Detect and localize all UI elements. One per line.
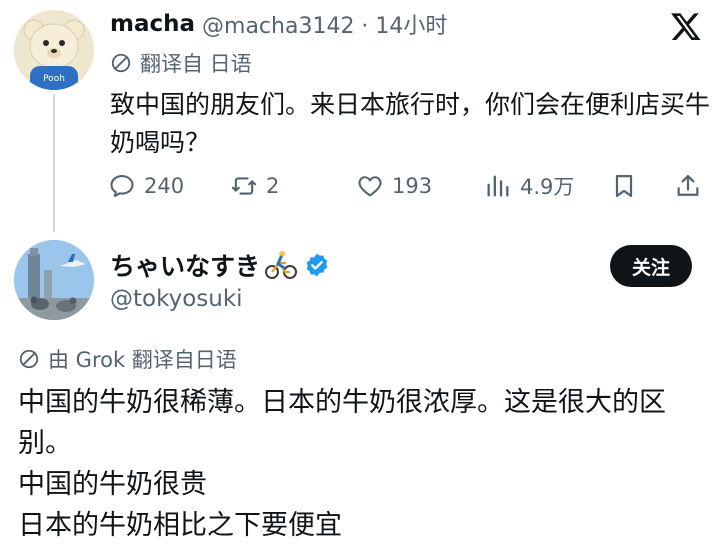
views-icon (487, 175, 509, 197)
grok-translation-label: 由 Grok 翻译自日语 (48, 348, 237, 372)
avatar-macha[interactable]: Pooh (14, 10, 94, 90)
verified-badge-icon (306, 253, 328, 277)
city-birds-avatar-image (14, 240, 94, 320)
retweet-button[interactable]: 2 (230, 166, 279, 206)
reply-button[interactable]: 240 (108, 166, 184, 206)
author-handle-and-time[interactable]: @macha3142 · 14小时 (202, 8, 447, 40)
tweet2-header: ちゃいなすき (110, 246, 330, 284)
bookmark-button[interactable] (610, 166, 646, 206)
tweet-original: Pooh macha @macha3142 · 14小时 翻译自 日语 致中国的… (0, 0, 720, 232)
reply-icon (110, 175, 134, 197)
grok-translation-note[interactable]: 由 Grok 翻译自日语 (18, 344, 237, 374)
author2-handle[interactable]: @tokyosuki (110, 286, 243, 312)
translation-note[interactable]: 翻译自 日语 (110, 48, 252, 78)
bookmark-icon (615, 174, 633, 198)
views-button[interactable]: 4.9万 (484, 166, 574, 206)
like-button[interactable]: 193 (356, 166, 432, 206)
like-icon (358, 176, 382, 197)
translation-note-label: 翻译自 日语 (140, 52, 252, 76)
reply-count: 240 (144, 174, 185, 198)
retweet-count: 2 (266, 174, 280, 198)
cyclist-emoji-icon (265, 251, 298, 279)
translate-icon (19, 349, 39, 369)
follow-button[interactable]: 关注 (610, 245, 692, 287)
tweet1-header: macha @macha3142 · 14小时 (110, 8, 447, 40)
share-button[interactable] (674, 166, 710, 206)
tweet2-text: 中国的牛奶很稀薄。日本的牛奶很浓厚。这是很大的区别。 中国的牛奶很贵 日本的牛奶… (18, 382, 708, 546)
teddy-bear-avatar-image: Pooh (14, 10, 94, 90)
tweet2-line: 中国的牛奶很稀薄。日本的牛奶很浓厚。这是很大的区别。 (18, 387, 666, 459)
retweet-icon (231, 177, 257, 195)
thread-connector-line (53, 94, 55, 232)
views-count: 4.9万 (520, 175, 575, 199)
translate-icon (111, 53, 131, 73)
share-icon (677, 174, 699, 196)
like-count: 193 (392, 174, 433, 198)
x-logo-icon (671, 13, 701, 41)
tweet1-text: 致中国的朋友们。来日本旅行时，你们会在便利店买牛奶喝吗？ (110, 90, 711, 157)
avatar-tokyosuki[interactable] (14, 240, 94, 320)
avatar-shirt-text: Pooh (43, 74, 65, 84)
tweet2-line: 中国的牛奶很贵 (18, 469, 207, 500)
author-display-name[interactable]: macha (110, 11, 195, 37)
tweet2-line: 日本的牛奶相比之下要便宜 (18, 510, 342, 541)
author2-display-name[interactable]: ちゃいなすき (110, 247, 260, 283)
tweet1-action-bar: 240 2 193 4.9万 (108, 166, 708, 206)
